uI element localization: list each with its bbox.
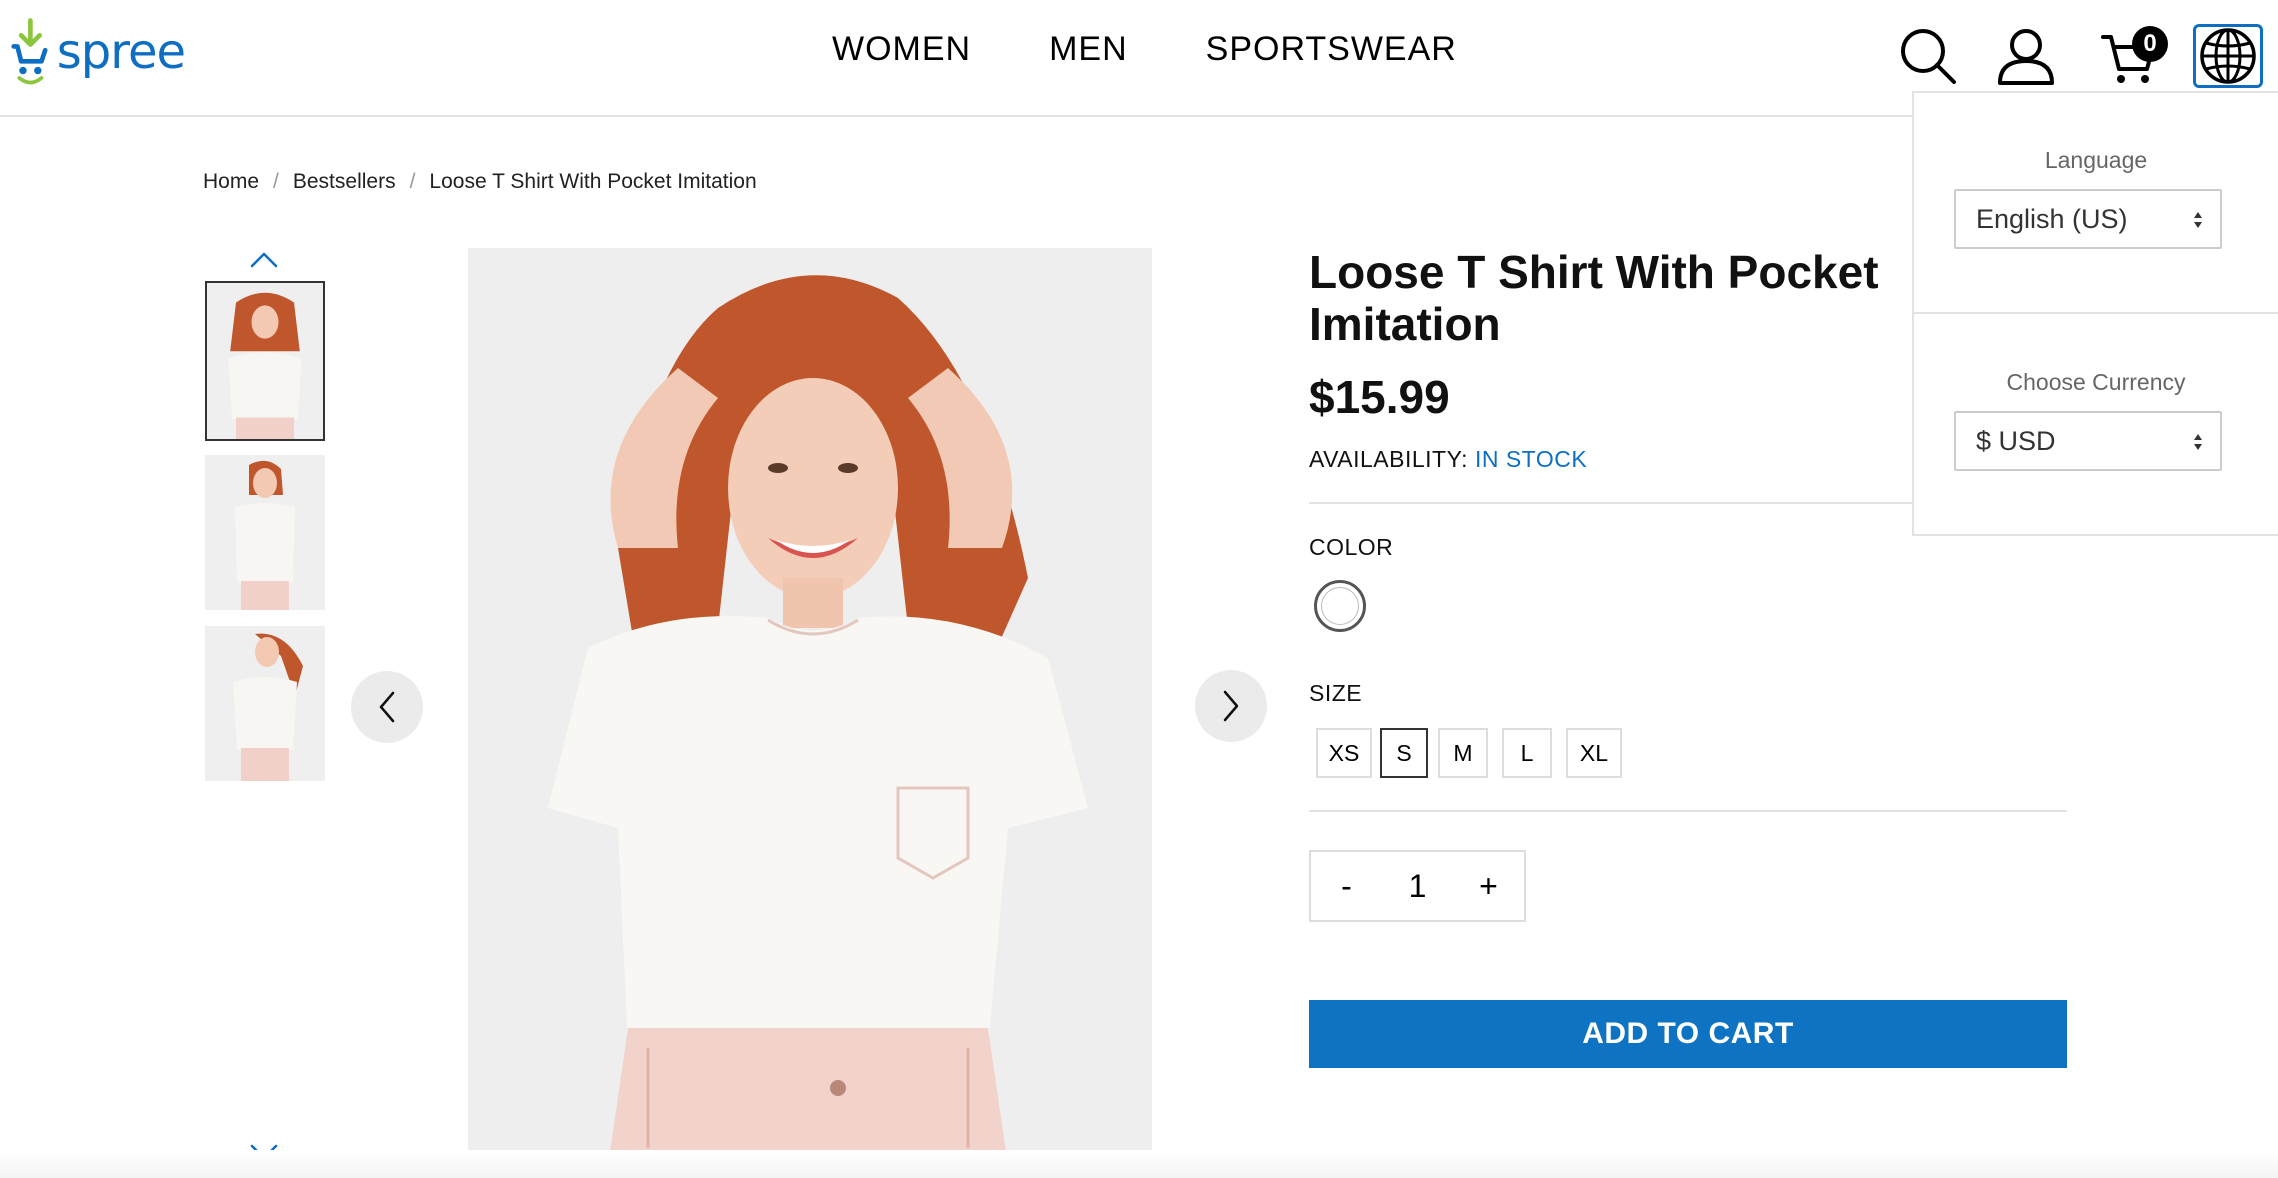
breadcrumb-bestsellers[interactable]: Bestsellers (293, 170, 396, 194)
chevron-up-icon (250, 252, 278, 268)
search-button[interactable] (1896, 24, 1960, 88)
nav-item-men[interactable]: MEN (1049, 30, 1128, 69)
thumbnail-1[interactable] (205, 281, 325, 441)
product-price: $15.99 (1309, 371, 1450, 423)
thumbnail-image (205, 455, 325, 610)
product-title: Loose T Shirt With Pocket Imitation (1309, 246, 1879, 350)
language-label: Language (2044, 147, 2148, 173)
locale-dropdown: Language English (US) Choose Currency $ … (1912, 91, 2278, 536)
quantity-stepper: - 1 + (1309, 850, 1526, 922)
locale-button[interactable] (2193, 24, 2263, 88)
breadcrumb-separator: / (273, 170, 279, 193)
select-arrows-icon (2194, 434, 2202, 450)
size-option-s[interactable]: S (1380, 728, 1428, 778)
spree-logo[interactable]: spree (10, 16, 186, 88)
nav-item-women[interactable]: WOMEN (832, 30, 971, 69)
currency-select-value: $ USD (1976, 425, 2056, 456)
product-photo (468, 248, 1152, 1166)
size-option-m[interactable]: M (1438, 728, 1488, 778)
spree-logo-icon (11, 18, 48, 85)
currency-select[interactable]: $ USD (1954, 411, 2222, 471)
language-select-value: English (US) (1976, 203, 2128, 234)
size-option-l[interactable]: L (1502, 728, 1552, 778)
thumbnail-image (207, 283, 323, 439)
globe-icon (2200, 28, 2256, 84)
nav-item-sportswear[interactable]: SPORTSWEAR (1206, 30, 1457, 69)
thumbnail-3[interactable] (205, 626, 325, 781)
thumbnail-image (205, 626, 325, 781)
breadcrumb-separator: / (409, 170, 416, 193)
cart-count-badge: 0 (2132, 26, 2168, 62)
size-option-xs[interactable]: XS (1316, 728, 1372, 778)
color-swatch-white[interactable] (1314, 580, 1366, 632)
breadcrumb: Home / Bestsellers / Loose T Shirt With … (203, 170, 757, 194)
currency-label: Choose Currency (2006, 369, 2186, 395)
next-image-button[interactable] (1195, 670, 1267, 742)
color-label: COLOR (1309, 534, 1394, 560)
user-icon (1998, 29, 2054, 85)
currency-section: Choose Currency (1914, 369, 2278, 396)
language-section: Language (1914, 147, 2278, 174)
quantity-increase-button[interactable]: + (1453, 852, 1524, 920)
product-main-image (468, 248, 1152, 1166)
quantity-decrease-button[interactable]: - (1311, 852, 1382, 920)
breadcrumb-home[interactable]: Home (203, 170, 259, 194)
main-nav: WOMEN MEN SPORTSWEAR (832, 30, 1457, 69)
logo-text: spree (56, 24, 186, 80)
chevron-right-icon (1223, 690, 1239, 722)
divider (1309, 810, 2067, 812)
select-arrows-icon (2194, 212, 2202, 228)
availability-status: IN STOCK (1474, 446, 1588, 472)
thumbnails-up-button[interactable] (248, 250, 280, 270)
size-options: XS S M L XL (1316, 728, 1630, 778)
swatch-fill (1321, 587, 1359, 625)
search-icon (1901, 29, 1956, 84)
account-button[interactable] (1994, 24, 2058, 88)
availability: AVAILABILITY: IN STOCK (1309, 446, 1587, 473)
breadcrumb-current: Loose T Shirt With Pocket Imitation (429, 170, 757, 193)
chevron-left-icon (379, 691, 395, 723)
cart-button[interactable]: 0 (2098, 24, 2168, 88)
thumbnail-2[interactable] (205, 455, 325, 610)
add-to-cart-button[interactable]: ADD TO CART (1309, 1000, 2067, 1068)
previous-image-button[interactable] (351, 671, 423, 743)
page-bottom-edge (0, 1150, 2278, 1178)
quantity-value[interactable]: 1 (1382, 852, 1453, 920)
language-select[interactable]: English (US) (1954, 189, 2222, 249)
availability-label: AVAILABILITY: (1309, 446, 1469, 472)
size-label: SIZE (1309, 680, 1363, 706)
dropdown-divider (1914, 312, 2278, 314)
size-option-xl[interactable]: XL (1566, 728, 1622, 778)
